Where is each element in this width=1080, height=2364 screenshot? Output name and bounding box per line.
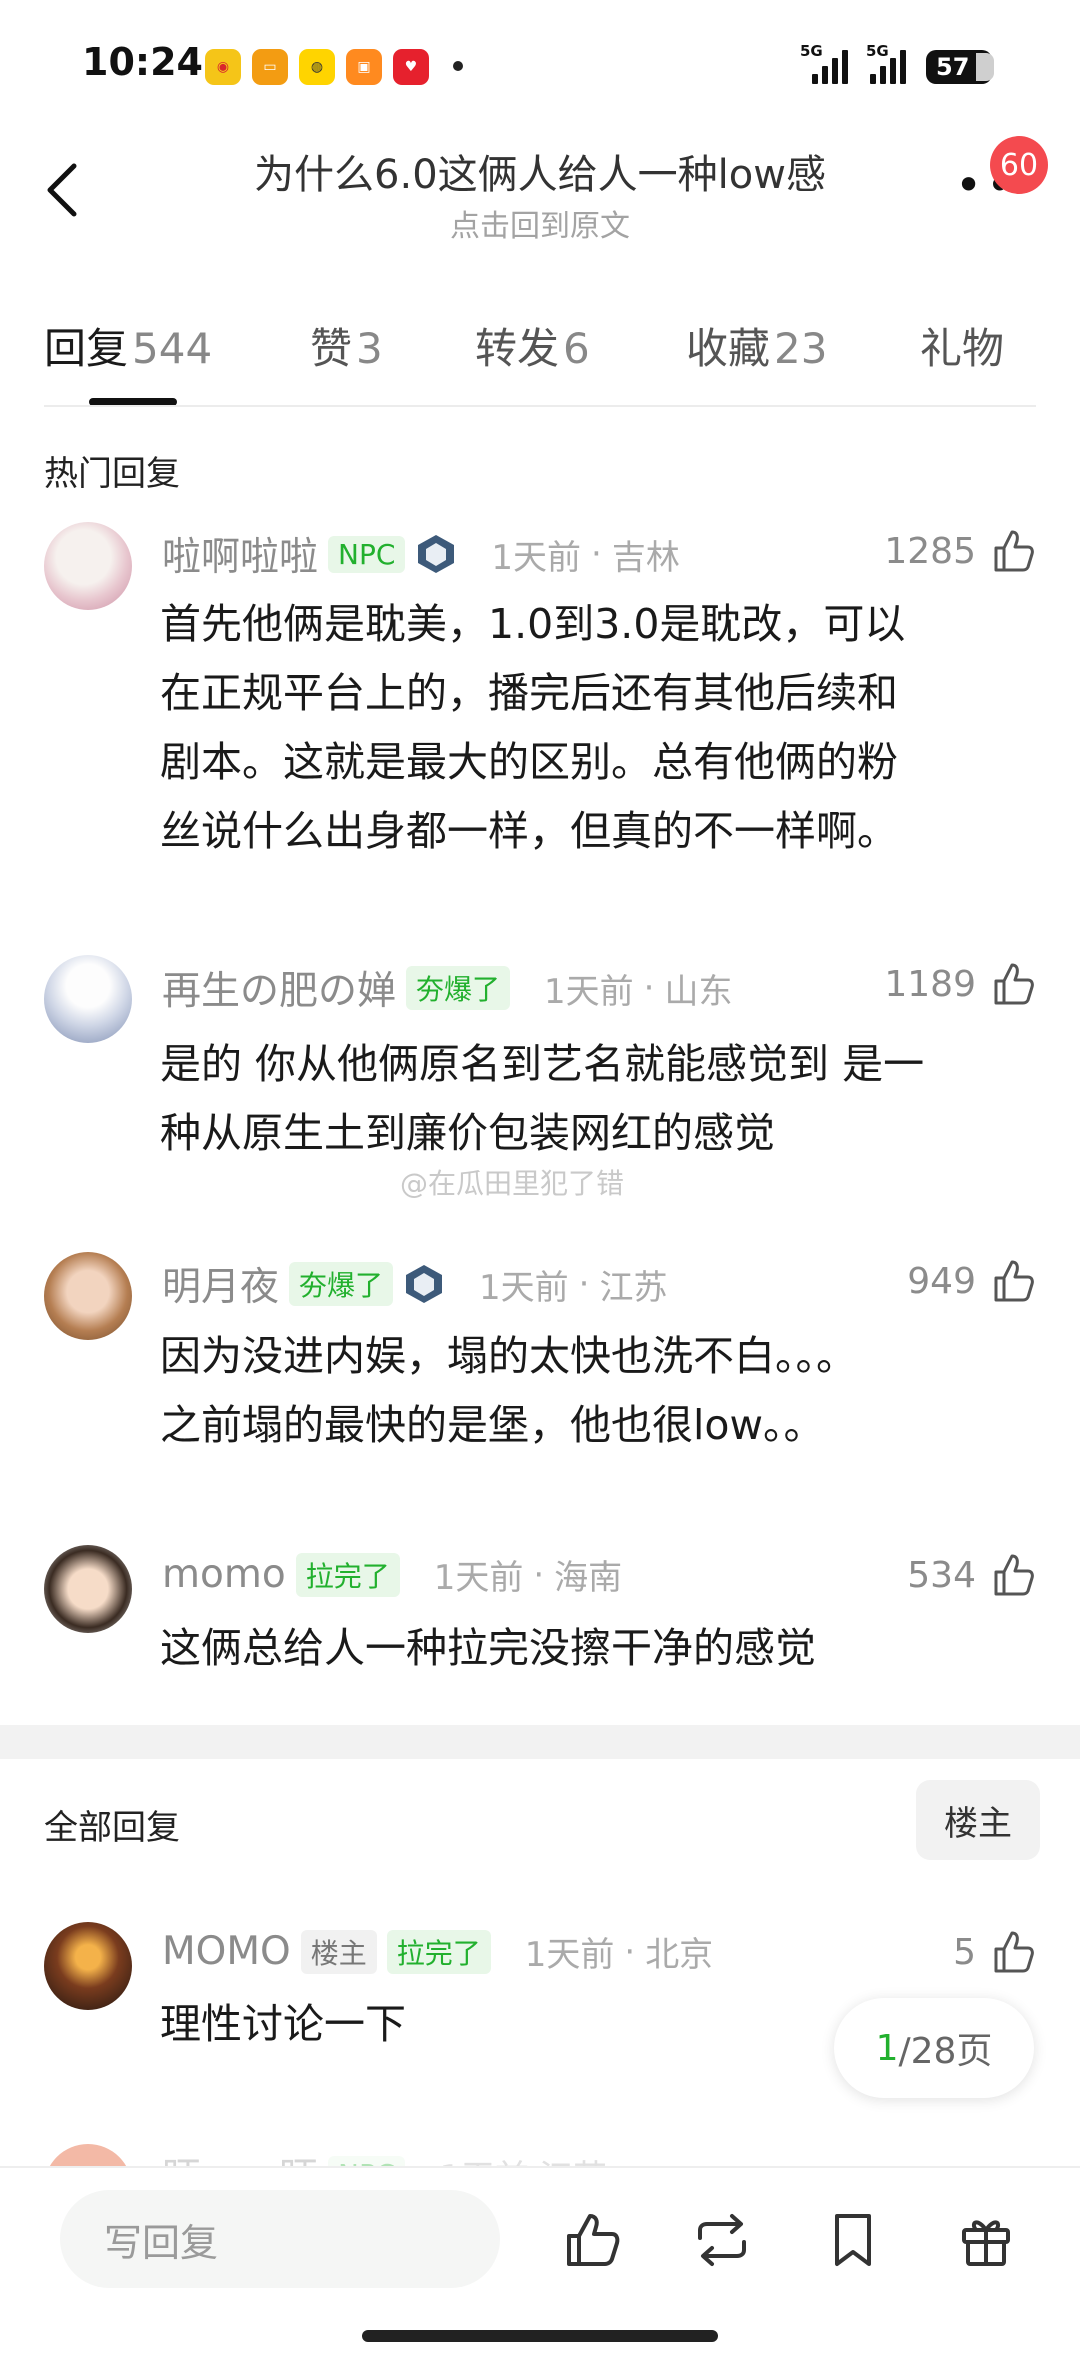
gift-icon[interactable] (956, 2210, 1016, 2270)
comment-author[interactable]: 明月夜 夯爆了 1天前 · 江苏 (162, 1256, 667, 1312)
level-badge-icon (406, 1265, 443, 1303)
avatar[interactable] (44, 1252, 132, 1340)
host-tag: 楼主 (300, 1929, 377, 1974)
host-only-filter-button[interactable]: 楼主 (916, 1780, 1040, 1860)
imou-app-icon: ▭ (252, 49, 288, 85)
tab-reposts[interactable]: 转发6 (475, 315, 590, 376)
post-title[interactable]: 为什么6.0这俩人给人一种low感 (0, 142, 1080, 200)
bookmark-icon[interactable] (823, 2210, 883, 2270)
comment-body: 首先他俩是耽美，1.0到3.0是耽改，可以 在正规平台上的，播完后还有其他后续和… (160, 600, 906, 855)
like-counter[interactable]: 1189 (884, 961, 1036, 1007)
thumbs-up-icon[interactable] (990, 528, 1036, 574)
like-counter[interactable]: 1285 (884, 528, 1036, 574)
like-icon[interactable] (563, 2210, 623, 2270)
avatar[interactable] (44, 1545, 132, 1633)
thumbs-up-icon[interactable] (990, 1258, 1036, 1304)
app-icon-yellow: ◍ (299, 49, 335, 85)
meta-separator: · (643, 968, 655, 1008)
user-tag: 拉完了 (295, 1552, 400, 1597)
comment-time: 1天前 (491, 537, 582, 578)
total-pages: /28页 (898, 2031, 993, 2072)
comment-author[interactable]: momo 拉完了 1天前 · 海南 (162, 1550, 622, 1599)
app-icon-orange: ▣ (346, 49, 382, 85)
meta-separator: · (578, 1264, 590, 1304)
like-count: 1189 (884, 963, 976, 1005)
battery-level: 57 (936, 53, 970, 81)
comment-author[interactable]: 再生の肥の婵 夯爆了 1天前 · 山东 (162, 960, 732, 1016)
comment-location: 江苏 (599, 1267, 668, 1308)
repost-icon[interactable] (692, 2210, 752, 2270)
avatar[interactable] (44, 1922, 132, 2010)
battery-icon: 57 (926, 50, 994, 84)
comment-author[interactable]: 啦啊啦啦 NPC 1天前 · 吉林 (162, 526, 680, 582)
section-separator (0, 1725, 1080, 1759)
meta-separator: · (624, 1931, 636, 1972)
comment-body: 这俩总给人一种拉完没擦干净的感觉 (160, 1624, 816, 1672)
tab-gifts[interactable]: 礼物 (920, 315, 1004, 376)
meta-separator: · (591, 534, 602, 574)
user-tag: 拉完了 (386, 1929, 491, 1974)
thumbs-up-icon[interactable] (990, 1929, 1036, 1975)
tab-favorites[interactable]: 收藏23 (686, 315, 827, 376)
weibo-app-icon: ◉ (205, 49, 241, 85)
all-replies-heading: 全部回复 (44, 1808, 180, 1848)
like-counter[interactable]: 5 (953, 1929, 1036, 1975)
tab-likes[interactable]: 赞3 (310, 315, 383, 376)
comment-time: 1天前 (479, 1267, 569, 1308)
like-count: 534 (907, 1554, 976, 1596)
thumbs-up-icon[interactable] (990, 1552, 1036, 1598)
reply-input[interactable]: 写回复 (60, 2190, 500, 2288)
comment-body: 因为没进内娱，塌的太快也洗不白。。。 之前塌的最快的是堡，他也很low。。 (160, 1332, 857, 1449)
back-to-original-link[interactable]: 点击回到原文 (0, 201, 1080, 245)
comment-time: 1天前 (433, 1558, 524, 1598)
signal-icon-2 (870, 48, 906, 84)
user-tag: 夯爆了 (406, 966, 511, 1010)
signal-icon (812, 48, 848, 84)
comment-time: 1天前 (544, 971, 634, 1012)
comment-location: 吉林 (611, 537, 680, 578)
tab-divider (44, 405, 1036, 407)
avatar[interactable] (44, 522, 132, 610)
home-indicator (362, 2330, 718, 2342)
status-time: 10:24 (82, 40, 203, 84)
comment-location: 山东 (664, 971, 733, 1012)
more-notifications-dot (453, 61, 463, 71)
app-icon-red: ♥ (393, 49, 429, 85)
like-count: 949 (907, 1260, 976, 1302)
current-page: 1 (875, 2027, 899, 2069)
meta-separator: · (533, 1554, 545, 1595)
comment-author[interactable]: MOMO 楼主 拉完了 1天前 · 北京 (162, 1927, 713, 1976)
like-counter[interactable]: 534 (907, 1552, 1036, 1598)
like-count: 5 (953, 1931, 976, 1973)
comment-body: 是的 你从他俩原名到艺名就能感觉到 是一 种从原生土到廉价包装网红的感觉 (160, 1040, 925, 1157)
user-tag: NPC (328, 535, 406, 573)
hot-replies-heading: 热门回复 (44, 454, 180, 494)
watermark: @在瓜田里犯了错 (400, 1167, 625, 1200)
comment-time: 1天前 (524, 1935, 615, 1975)
comment-location: 北京 (645, 1935, 714, 1975)
like-counter[interactable]: 949 (907, 1258, 1036, 1304)
tab-replies[interactable]: 回复544 (44, 315, 212, 376)
comment-location: 海南 (554, 1558, 623, 1598)
thumbs-up-icon[interactable] (990, 961, 1036, 1007)
notification-badge: 60 (990, 136, 1048, 194)
like-count: 1285 (884, 530, 976, 572)
page-indicator[interactable]: 1/28页 (834, 1998, 1034, 2098)
level-badge-icon (418, 535, 455, 573)
avatar[interactable] (44, 955, 132, 1043)
user-tag: 夯爆了 (289, 1262, 394, 1306)
